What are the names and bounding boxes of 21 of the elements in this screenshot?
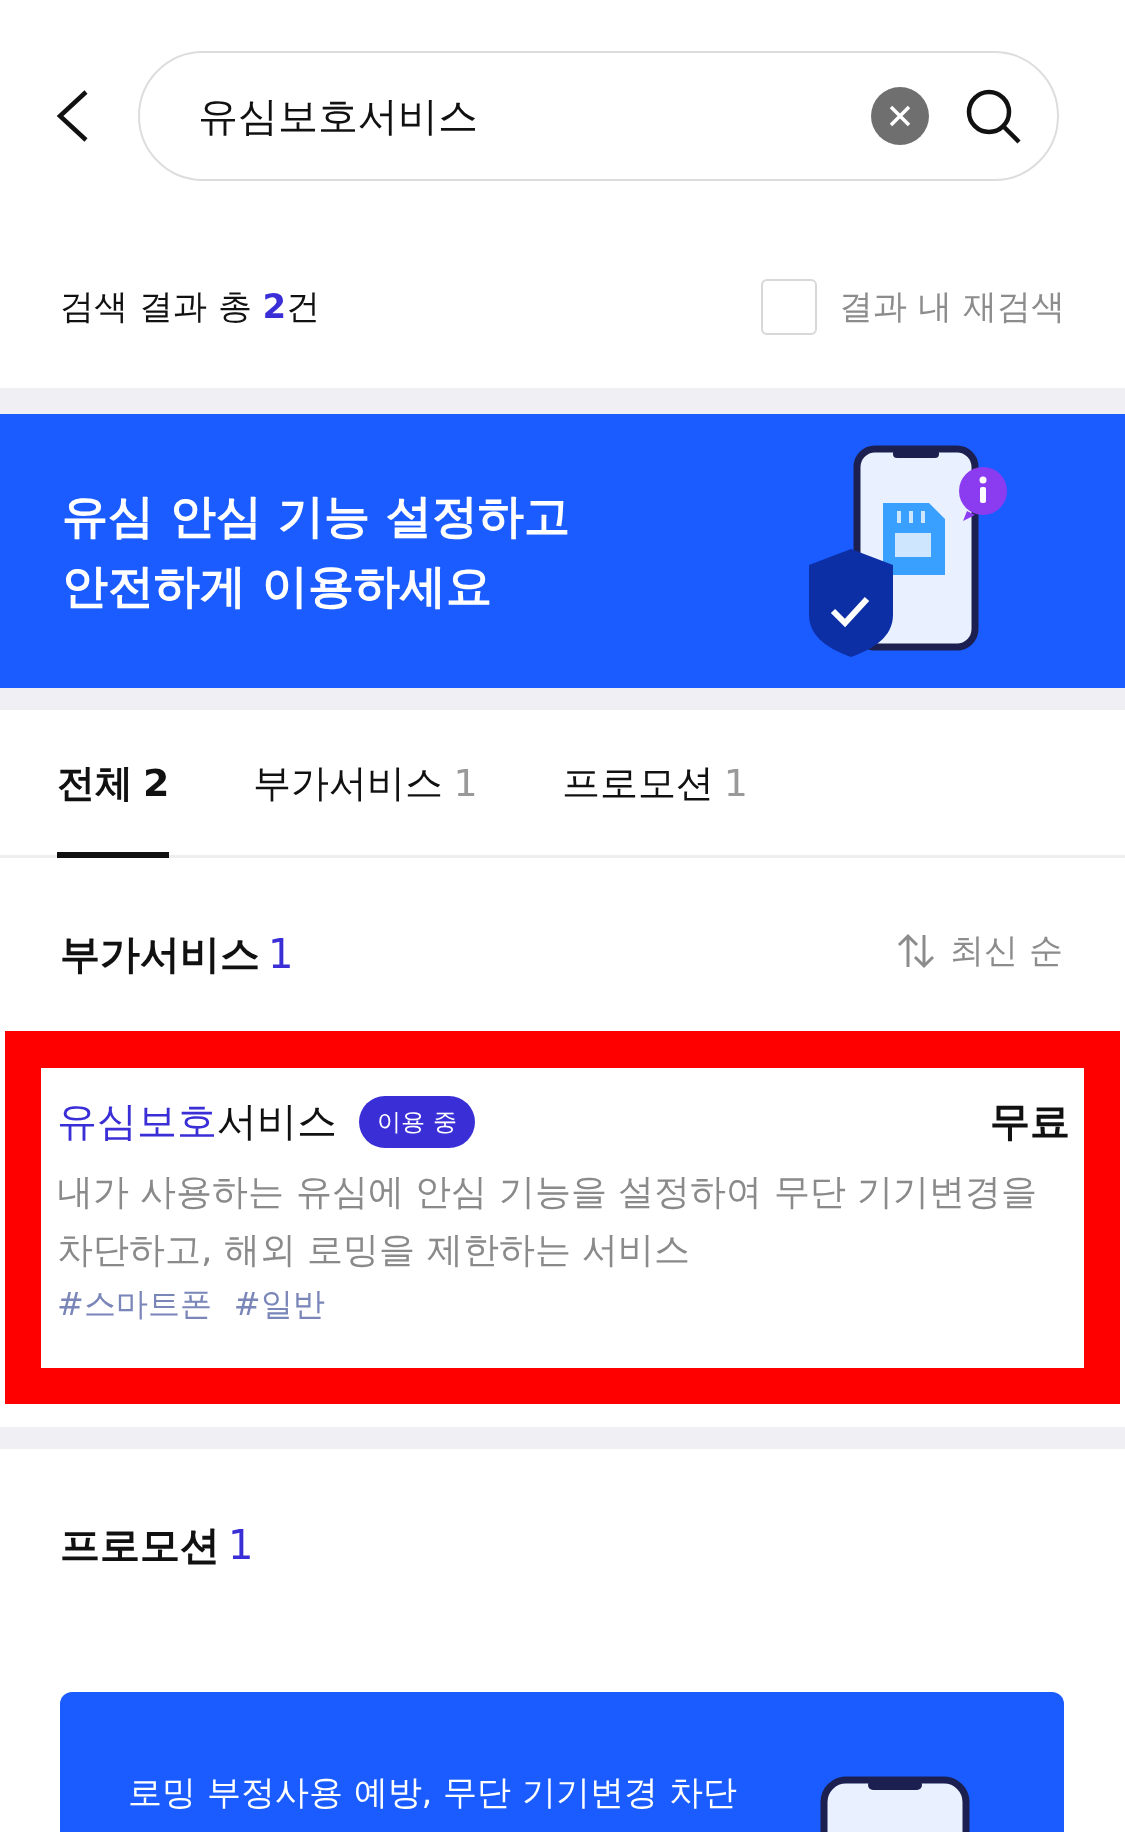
hashtag[interactable]: #일반 bbox=[233, 1283, 325, 1327]
section-title: 부가서비스 1 bbox=[60, 930, 294, 979]
tab[interactable]: 프로모션 1 bbox=[561, 710, 748, 858]
promotion-text: 로밍 부정사용 예방, 무단 기기변경 차단 bbox=[128, 1771, 737, 1814]
section-title: 프로모션 1 bbox=[60, 1521, 254, 1570]
sort-button[interactable]: 최신 순 bbox=[896, 927, 1063, 974]
hashtag[interactable]: #스마트폰 bbox=[57, 1283, 212, 1327]
service-description: 내가 사용하는 유심에 안심 기능을 설정하여 무단 기기변경을 차단하고, 해외 로밍을 제한하는 서비스 bbox=[57, 1170, 1039, 1272]
checkbox[interactable] bbox=[761, 279, 818, 335]
result-count: 검색 결과 총 2건 bbox=[60, 285, 321, 328]
promo-banner[interactable]: 유심 안심 기능 설정하고 안전하게 이용하세요 bbox=[0, 414, 1125, 688]
checkbox-label[interactable]: 결과 내 재검색 bbox=[839, 284, 1065, 330]
price-label: 무료 bbox=[990, 1097, 1070, 1146]
status-badge: 이용 중 bbox=[359, 1095, 475, 1148]
tab[interactable]: 전체 2 bbox=[57, 710, 170, 858]
tab[interactable]: 부가서비스 1 bbox=[253, 710, 478, 858]
search-field[interactable]: 유심보호서비스 bbox=[138, 51, 1059, 181]
banner-title: 유심 안심 기능 설정하고 안전하게 이용하세요 bbox=[62, 488, 571, 615]
clear-icon[interactable] bbox=[871, 87, 929, 145]
promotion-card[interactable]: 로밍 부정사용 예방, 무단 기기변경 차단 bbox=[60, 1692, 1064, 1832]
service-name: 유심보호서비스 bbox=[57, 1097, 337, 1146]
